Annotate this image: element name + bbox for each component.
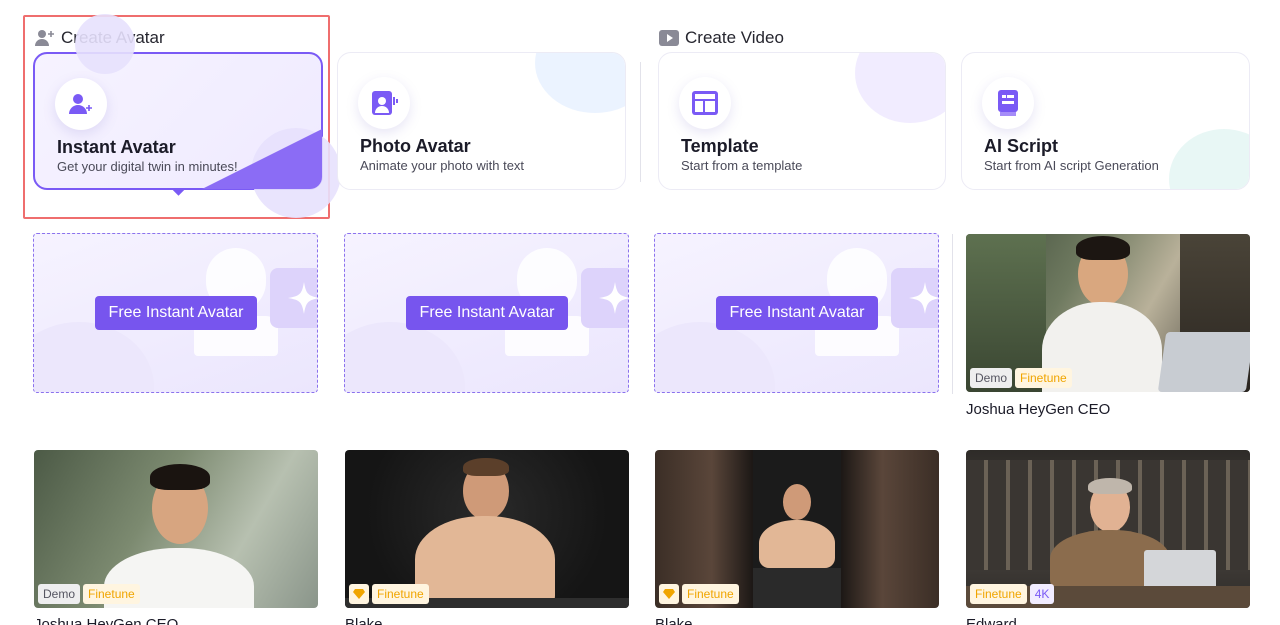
avatar-name[interactable]: Joshua HeyGen CEO [34,616,178,625]
photo-avatar-card[interactable]: Photo Avatar Animate your photo with tex… [337,52,626,190]
card-title: Photo Avatar [360,136,471,156]
user-plus-icon [55,78,107,130]
ai-script-card[interactable]: AI Script Start from AI script Generatio… [961,52,1250,190]
demo-badge: Demo [970,368,1013,388]
card-title: Template [681,136,759,156]
template-card[interactable]: Template Start from a template [658,52,946,190]
gem-icon [659,584,679,604]
sparkle-icon [909,282,938,314]
instant-avatar-card[interactable]: Instant Avatar Get your digital twin in … [33,14,341,218]
avatar-thumbnail[interactable]: Finetune [345,450,629,608]
instant-avatar-placeholder[interactable]: Free Instant Avatar [33,233,318,393]
finetune-badge: Finetune [372,584,429,604]
card-title: AI Script [984,136,1059,156]
badge-group: Finetune 4K [970,584,1055,604]
sparkle-icon [288,282,317,314]
card-subtitle: Start from a template [681,158,803,173]
demo-badge: Demo [38,584,81,604]
badge-group: Finetune [659,584,739,604]
free-instant-avatar-button[interactable]: Free Instant Avatar [406,296,568,330]
free-instant-avatar-button[interactable]: Free Instant Avatar [95,296,257,330]
avatar-thumbnail[interactable]: Demo Finetune [966,234,1250,392]
avatar-name[interactable]: Edward [966,616,1017,625]
template-icon [679,77,731,129]
badge-group: Demo Finetune [970,368,1072,388]
script-icon [982,77,1034,129]
avatar-thumbnail[interactable]: Finetune 4K [966,450,1250,608]
create-video-title: Create Video [685,28,784,47]
card-subtitle: Start from AI script Generation [984,158,1159,173]
create-video-heading: Create Video [659,27,784,49]
badge-group: Finetune [349,584,429,604]
card-subtitle: Animate your photo with text [360,158,525,173]
instant-avatar-placeholder[interactable]: Free Instant Avatar [344,233,629,393]
photo-avatar-icon [358,77,410,129]
instant-avatar-placeholder[interactable]: Free Instant Avatar [654,233,939,393]
avatar-thumbnail[interactable]: Finetune [655,450,939,608]
avatar-thumbnail[interactable]: Demo Finetune [34,450,318,608]
grid-divider [952,234,953,394]
free-instant-avatar-button[interactable]: Free Instant Avatar [716,296,878,330]
video-icon [659,28,679,48]
finetune-badge: Finetune [970,584,1027,604]
sparkle-icon [599,282,628,314]
finetune-badge: Finetune [682,584,739,604]
avatar-name[interactable]: Joshua HeyGen CEO [966,401,1110,418]
section-divider [640,62,641,182]
finetune-badge: Finetune [1015,368,1072,388]
selected-pointer [171,188,187,197]
badge-group: Demo Finetune [38,584,140,604]
4k-badge: 4K [1029,584,1055,604]
card-subtitle: Get your digital twin in minutes! [57,159,238,174]
gem-icon [349,584,369,604]
card-title: Instant Avatar [57,137,176,157]
avatar-name[interactable]: Blake [345,616,383,625]
avatar-name[interactable]: Blake [655,616,693,625]
finetune-badge: Finetune [83,584,140,604]
